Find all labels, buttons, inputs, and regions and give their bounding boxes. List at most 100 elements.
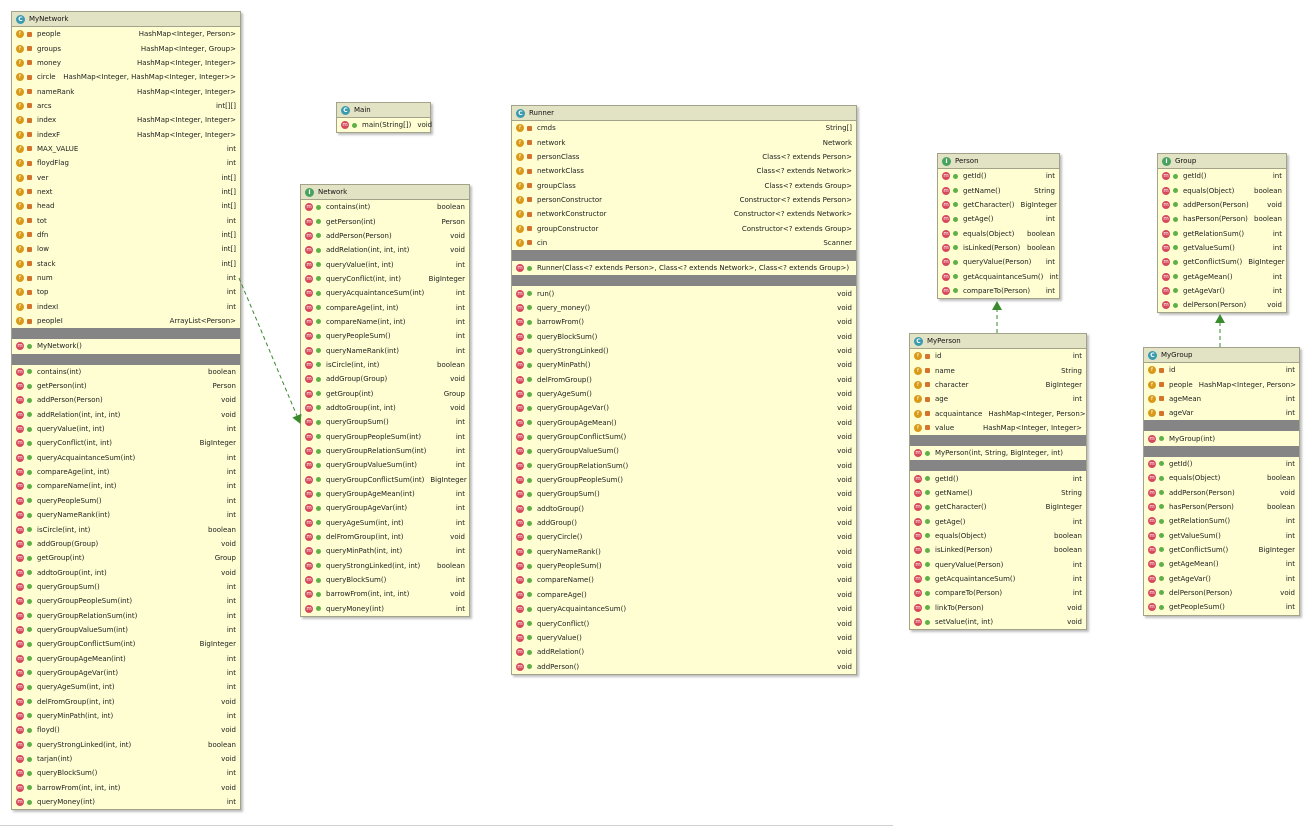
method-row[interactable]: m queryGroupSum() int bbox=[12, 580, 240, 594]
field-row[interactable]: f ageMean int bbox=[1144, 392, 1299, 406]
method-row[interactable]: m queryMinPath() void bbox=[512, 358, 856, 372]
field-row[interactable]: f groupClass Class<? extends Group> bbox=[512, 178, 856, 192]
field-row[interactable]: f dfn int[] bbox=[12, 228, 240, 242]
method-row[interactable]: m queryCircle() void bbox=[512, 530, 856, 544]
class-main[interactable]: C Main m main(String[]) void bbox=[336, 102, 432, 134]
method-row[interactable]: m queryNameRank() void bbox=[512, 545, 856, 559]
field-row[interactable]: f personConstructor Constructor<? extends … bbox=[512, 193, 856, 207]
method-row[interactable]: m addPerson(Person) void bbox=[12, 393, 240, 407]
method-row[interactable]: m queryAcquaintanceSum() void bbox=[512, 602, 856, 616]
method-row[interactable]: m addtoGroup(int, int) void bbox=[12, 565, 240, 579]
constructor-row[interactable]: m MyGroup(int) bbox=[1144, 431, 1299, 445]
field-row[interactable]: f groupConstructor Constructor<? extends G… bbox=[512, 221, 856, 235]
method-row[interactable]: m getPerson(int) Person bbox=[12, 379, 240, 393]
method-row[interactable]: m addGroup() void bbox=[512, 516, 856, 530]
field-row[interactable]: f floydFlag int bbox=[12, 156, 240, 170]
method-row[interactable]: m compareTo(Person) int bbox=[910, 586, 1086, 600]
field-row[interactable]: f nameRank HashMap<Integer, Integer> bbox=[12, 84, 240, 98]
method-row[interactable]: m getValueSum() int bbox=[1158, 241, 1286, 255]
method-row[interactable]: m queryStrongLinked() void bbox=[512, 344, 856, 358]
method-row[interactable]: m queryGroupValueSum(int) int bbox=[12, 623, 240, 637]
method-row[interactable]: m getAgeVar() int bbox=[1158, 284, 1286, 298]
field-row[interactable]: f ageVar int bbox=[1144, 406, 1299, 420]
method-row[interactable]: m compareAge(int, int) int bbox=[12, 465, 240, 479]
method-row[interactable]: m delFromGroup() void bbox=[512, 373, 856, 387]
method-row[interactable]: m query_money() void bbox=[512, 301, 856, 315]
method-row[interactable]: m tarjan(int) void bbox=[12, 752, 240, 766]
field-row[interactable]: f peopleI ArrayList<Person> bbox=[12, 314, 240, 328]
method-row[interactable]: m isLinked(Person) boolean bbox=[910, 543, 1086, 557]
method-row[interactable]: m getAgeVar() int bbox=[1144, 571, 1299, 585]
method-row[interactable]: m queryGroupConflictSum() void bbox=[512, 430, 856, 444]
class-mygroup[interactable]: C MyGroup f id int f people HashMap<Integer, … bbox=[1143, 347, 1300, 616]
field-row[interactable]: f networkConstructor Constructor<? extends… bbox=[512, 207, 856, 221]
method-row[interactable]: m delPerson(Person) void bbox=[1158, 298, 1286, 312]
field-row[interactable]: f indexF HashMap<Integer, Integer> bbox=[12, 127, 240, 141]
method-row[interactable]: m delFromGroup(int, int) void bbox=[301, 530, 469, 544]
method-row[interactable]: m queryGroupAgeVar(int) int bbox=[301, 501, 469, 515]
field-row[interactable]: f next int[] bbox=[12, 185, 240, 199]
method-row[interactable]: m addGroup(Group) void bbox=[12, 537, 240, 551]
interface-group[interactable]: I Group m getId() int m equals(Object) boolea… bbox=[1157, 153, 1287, 314]
field-row[interactable]: f people HashMap<Integer, Person> bbox=[1144, 377, 1299, 391]
field-row[interactable]: f top int bbox=[12, 285, 240, 299]
class-header[interactable]: C MyPerson bbox=[910, 334, 1086, 349]
field-row[interactable]: f circle HashMap<Integer, HashMap<Integer,… bbox=[12, 70, 240, 84]
constructor-row[interactable]: m MyPerson(int, String, BigInteger, int) bbox=[910, 446, 1086, 460]
field-row[interactable]: f indexI int bbox=[12, 300, 240, 314]
method-row[interactable]: m getName() String bbox=[938, 183, 1059, 197]
method-row[interactable]: m queryMoney(int) int bbox=[12, 795, 240, 809]
method-row[interactable]: m queryMoney(int) int bbox=[301, 602, 469, 616]
method-row[interactable]: m getConflictSum() BigInteger bbox=[1158, 255, 1286, 269]
method-row[interactable]: m contains(int) boolean bbox=[12, 365, 240, 379]
method-row[interactable]: m getGroup(int) Group bbox=[12, 551, 240, 565]
method-row[interactable]: m queryPeopleSum() void bbox=[512, 559, 856, 573]
method-row[interactable]: m queryGroupConflictSum(int) BigInteger bbox=[12, 637, 240, 651]
method-row[interactable]: m queryAcquaintanceSum(int) int bbox=[301, 286, 469, 300]
method-row[interactable]: m compareTo(Person) int bbox=[938, 284, 1059, 298]
method-row[interactable]: m getAgeMean() int bbox=[1158, 269, 1286, 283]
method-row[interactable]: m barrowFrom(int, int, int) void bbox=[12, 781, 240, 795]
method-row[interactable]: m queryValue(Person) int bbox=[938, 255, 1059, 269]
method-row[interactable]: m getRelationSum() int bbox=[1144, 514, 1299, 528]
method-row[interactable]: m addtoGroup() void bbox=[512, 502, 856, 516]
field-row[interactable]: f cmds String[] bbox=[512, 121, 856, 135]
method-row[interactable]: m queryGroupAgeVar(int) int bbox=[12, 666, 240, 680]
interface-network[interactable]: I Network m contains(int) boolean m getPerso… bbox=[300, 184, 470, 617]
field-row[interactable]: f stack int[] bbox=[12, 257, 240, 271]
field-row[interactable]: f networkClass Class<? extends Network> bbox=[512, 164, 856, 178]
field-row[interactable]: f character BigInteger bbox=[910, 378, 1086, 392]
field-row[interactable]: f MAX_VALUE int bbox=[12, 142, 240, 156]
method-row[interactable]: m getAgeMean() int bbox=[1144, 557, 1299, 571]
method-row[interactable]: m getCharacter() BigInteger bbox=[938, 198, 1059, 212]
method-row[interactable]: m setValue(int, int) void bbox=[910, 615, 1086, 629]
method-row[interactable]: m addtoGroup(int, int) void bbox=[301, 401, 469, 415]
method-row[interactable]: m getRelationSum() int bbox=[1158, 226, 1286, 240]
field-row[interactable]: f people HashMap<Integer, Person> bbox=[12, 27, 240, 41]
method-row[interactable]: m isCircle(int, int) boolean bbox=[12, 522, 240, 536]
method-row[interactable]: m addPerson(Person) void bbox=[1158, 198, 1286, 212]
method-row[interactable]: m equals(Object) boolean bbox=[938, 226, 1059, 240]
method-row[interactable]: m getPerson(int) Person bbox=[301, 214, 469, 228]
method-row[interactable]: m queryNameRank(int) int bbox=[12, 508, 240, 522]
method-row[interactable]: m queryGroupRelationSum() void bbox=[512, 459, 856, 473]
method-row[interactable]: m getGroup(int) Group bbox=[301, 386, 469, 400]
method-row[interactable]: m queryBlockSum() int bbox=[301, 573, 469, 587]
method-row[interactable]: m addPerson(Person) void bbox=[301, 229, 469, 243]
method-row[interactable]: m equals(Object) boolean bbox=[1144, 471, 1299, 485]
method-row[interactable]: m queryGroupRelationSum(int) int bbox=[301, 444, 469, 458]
class-header[interactable]: C Main bbox=[337, 103, 430, 118]
method-row[interactable]: m queryAgeSum(int, int) int bbox=[12, 680, 240, 694]
method-row[interactable]: m hasPerson(Person) boolean bbox=[1158, 212, 1286, 226]
method-row[interactable]: m queryBlockSum() void bbox=[512, 329, 856, 343]
method-row[interactable]: m main(String[]) void bbox=[337, 118, 432, 132]
method-row[interactable]: m queryPeopleSum() int bbox=[12, 494, 240, 508]
constructor-row[interactable]: m Runner(Class<? extends Person>, Class<?… bbox=[512, 261, 856, 275]
method-row[interactable]: m isCircle(int, int) boolean bbox=[301, 358, 469, 372]
method-row[interactable]: m queryGroupSum() void bbox=[512, 487, 856, 501]
interface-person[interactable]: I Person m getId() int m getName() String m get… bbox=[937, 153, 1060, 300]
method-row[interactable]: m hasPerson(Person) boolean bbox=[1144, 500, 1299, 514]
method-row[interactable]: m queryGroupConflictSum(int) BigInteger bbox=[301, 473, 469, 487]
method-row[interactable]: m isLinked(Person) boolean bbox=[938, 241, 1059, 255]
method-row[interactable]: m queryConflict(int, int) BigInteger bbox=[301, 272, 469, 286]
